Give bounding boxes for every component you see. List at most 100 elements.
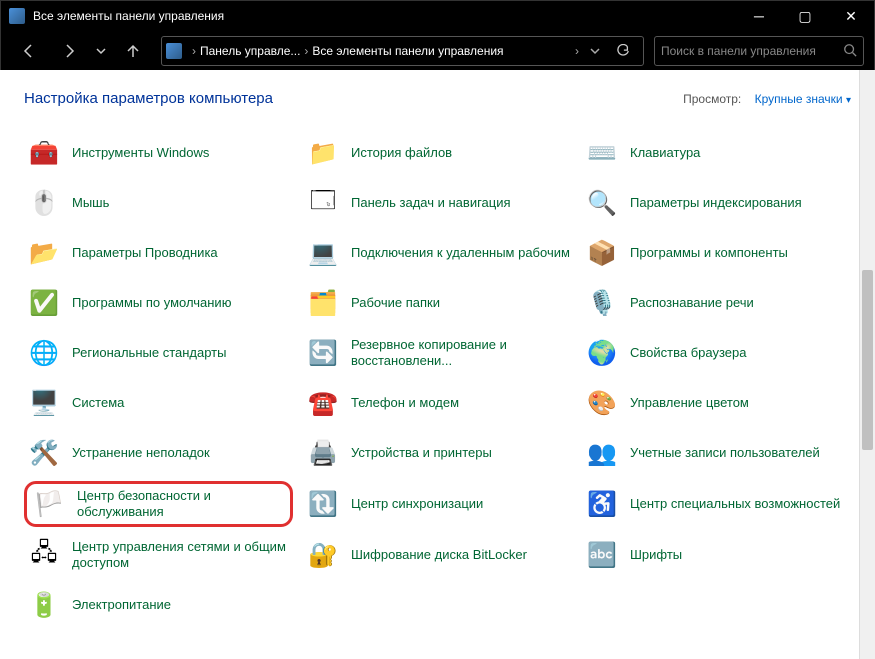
- cp-item-keyboard[interactable]: ⌨️Клавиатура: [582, 131, 851, 175]
- cp-item-label: Мышь: [72, 195, 109, 211]
- cp-item-label: Распознавание речи: [630, 295, 754, 311]
- vertical-scrollbar[interactable]: [859, 70, 875, 659]
- cp-item-programs-features[interactable]: 📦Программы и компоненты: [582, 231, 851, 275]
- cp-item-label: Рабочие папки: [351, 295, 440, 311]
- cp-item-indexing-options[interactable]: 🔍Параметры индексирования: [582, 181, 851, 225]
- default-programs-icon: ✅: [26, 285, 62, 321]
- cp-item-phone-modem[interactable]: ☎️ Телефон и модем: [303, 381, 572, 425]
- cp-item-system[interactable]: 🖥️Система: [24, 381, 293, 425]
- cp-item-label: Свойства браузера: [630, 345, 746, 361]
- cp-item-region[interactable]: 🌐 Региональные стандарты: [24, 331, 293, 375]
- cp-item-remote-desktop[interactable]: 💻 Подключения к удаленным рабочим: [303, 231, 572, 275]
- sync-center-icon: 🔃: [305, 486, 341, 522]
- cp-item-file-history[interactable]: 📁История файлов: [303, 131, 572, 175]
- view-options: Просмотр: Крупные значки ▾: [683, 92, 851, 106]
- cp-item-label: Система: [72, 395, 124, 411]
- taskbar-nav-icon: 🗔: [305, 185, 341, 221]
- cp-item-label: Устранение неполадок: [72, 445, 210, 461]
- windows-tools-icon: 🧰: [26, 135, 62, 171]
- cp-item-internet-options[interactable]: 🌍 Свойства браузера: [582, 331, 851, 375]
- address-dropdown[interactable]: [583, 46, 607, 56]
- cp-item-label: Резервное копирование и восстановлени...: [351, 337, 570, 370]
- control-panel-grid: 🧰 Инструменты Windows 📁История файлов⌨️Кла…: [24, 131, 851, 627]
- cp-item-label: История файлов: [351, 145, 452, 161]
- cp-item-label: Телефон и модем: [351, 395, 459, 411]
- cp-item-label: Электропитание: [72, 597, 171, 613]
- cp-item-label: Подключения к удаленным рабочим: [351, 245, 570, 261]
- cp-item-label: Шрифты: [630, 547, 682, 563]
- cp-item-default-programs[interactable]: ✅ Программы по умолчанию: [24, 281, 293, 325]
- bitlocker-icon: 🔐: [305, 537, 341, 573]
- close-button[interactable]: ✕: [828, 1, 874, 31]
- search-icon[interactable]: [843, 43, 857, 60]
- cp-item-label: Панель задач и навигация: [351, 195, 511, 211]
- cp-item-mouse[interactable]: 🖱️ Мышь: [24, 181, 293, 225]
- scrollbar-thumb[interactable]: [862, 270, 873, 450]
- cp-item-windows-tools[interactable]: 🧰 Инструменты Windows: [24, 131, 293, 175]
- cp-item-label: Инструменты Windows: [72, 145, 209, 161]
- cp-item-troubleshooting[interactable]: 🛠️ Устранение неполадок: [24, 431, 293, 475]
- cp-item-user-accounts[interactable]: 👥 Учетные записи пользователей: [582, 431, 851, 475]
- cp-item-power-options[interactable]: 🔋 Электропитание: [24, 583, 293, 627]
- search-bar[interactable]: [654, 36, 864, 66]
- cp-item-label: Региональные стандарты: [72, 345, 226, 361]
- cp-item-label: Управление цветом: [630, 395, 749, 411]
- color-management-icon: 🎨: [584, 385, 620, 421]
- recent-dropdown[interactable]: [91, 35, 111, 67]
- region-icon: 🌐: [26, 335, 62, 371]
- cp-item-explorer-options[interactable]: 📂Параметры Проводника: [24, 231, 293, 275]
- navigation-bar: › Панель управле... › Все элементы панел…: [1, 31, 874, 71]
- internet-options-icon: 🌍: [584, 335, 620, 371]
- back-button[interactable]: [11, 35, 47, 67]
- cp-item-devices-printers[interactable]: 🖨️ Устройства и принтеры: [303, 431, 572, 475]
- search-input[interactable]: [661, 44, 843, 58]
- devices-printers-icon: 🖨️: [305, 435, 341, 471]
- chevron-down-icon: ▾: [846, 95, 851, 106]
- mouse-icon: 🖱️: [26, 185, 62, 221]
- cp-item-taskbar-nav[interactable]: 🗔 Панель задач и навигация: [303, 181, 572, 225]
- cp-item-backup-restore[interactable]: 🔄 Резервное копирование и восстановлени..…: [303, 331, 572, 375]
- view-label: Просмотр:: [683, 92, 741, 106]
- location-icon: [166, 43, 182, 59]
- cp-item-label: Программы по умолчанию: [72, 295, 231, 311]
- cp-item-sync-center[interactable]: 🔃 Центр синхронизации: [303, 481, 572, 527]
- breadcrumb-seg-1[interactable]: Панель управле...: [200, 44, 300, 58]
- keyboard-icon: ⌨️: [584, 135, 620, 171]
- cp-item-work-folders[interactable]: 🗂️ Рабочие папки: [303, 281, 572, 325]
- cp-item-label: Параметры индексирования: [630, 195, 802, 211]
- phone-modem-icon: ☎️: [305, 385, 341, 421]
- window-title: Все элементы панели управления: [33, 9, 736, 23]
- network-sharing-icon: 🖧: [26, 537, 62, 573]
- forward-button[interactable]: [51, 35, 87, 67]
- user-accounts-icon: 👥: [584, 435, 620, 471]
- cp-item-speech-recognition[interactable]: 🎙️Распознавание речи: [582, 281, 851, 325]
- app-icon: [9, 8, 25, 24]
- cp-item-label: Устройства и принтеры: [351, 445, 492, 461]
- address-bar[interactable]: › Панель управле... › Все элементы панел…: [161, 36, 644, 66]
- window-titlebar: Все элементы панели управления ─ ▢ ✕: [1, 1, 874, 31]
- breadcrumb-seg-2[interactable]: Все элементы панели управления: [312, 44, 571, 58]
- maximize-button[interactable]: ▢: [782, 1, 828, 31]
- cp-item-label: Шифрование диска BitLocker: [351, 547, 527, 563]
- fonts-icon: 🔤: [584, 537, 620, 573]
- work-folders-icon: 🗂️: [305, 285, 341, 321]
- cp-item-fonts[interactable]: 🔤 Шрифты: [582, 533, 851, 577]
- power-options-icon: 🔋: [26, 587, 62, 623]
- page-heading: Настройка параметров компьютера: [24, 90, 273, 107]
- view-selector[interactable]: Крупные значки ▾: [755, 92, 851, 106]
- security-maintenance-icon: 🏳️: [31, 486, 67, 522]
- cp-item-label: Учетные записи пользователей: [630, 445, 820, 461]
- backup-restore-icon: 🔄: [305, 335, 341, 371]
- cp-item-bitlocker[interactable]: 🔐 Шифрование диска BitLocker: [303, 533, 572, 577]
- minimize-button[interactable]: ─: [736, 1, 782, 31]
- troubleshooting-icon: 🛠️: [26, 435, 62, 471]
- cp-item-color-management[interactable]: 🎨 Управление цветом: [582, 381, 851, 425]
- cp-item-ease-of-access[interactable]: ♿Центр специальных возможностей: [582, 481, 851, 527]
- cp-item-label: Центр безопасности и обслуживания: [77, 488, 286, 521]
- remote-desktop-icon: 💻: [305, 235, 341, 271]
- cp-item-network-sharing[interactable]: 🖧Центр управления сетями и общим доступо…: [24, 533, 293, 577]
- refresh-button[interactable]: [607, 44, 639, 58]
- cp-item-security-maintenance[interactable]: 🏳️ Центр безопасности и обслуживания: [24, 481, 293, 527]
- cp-item-label: Центр синхронизации: [351, 496, 483, 512]
- up-button[interactable]: [115, 35, 151, 67]
